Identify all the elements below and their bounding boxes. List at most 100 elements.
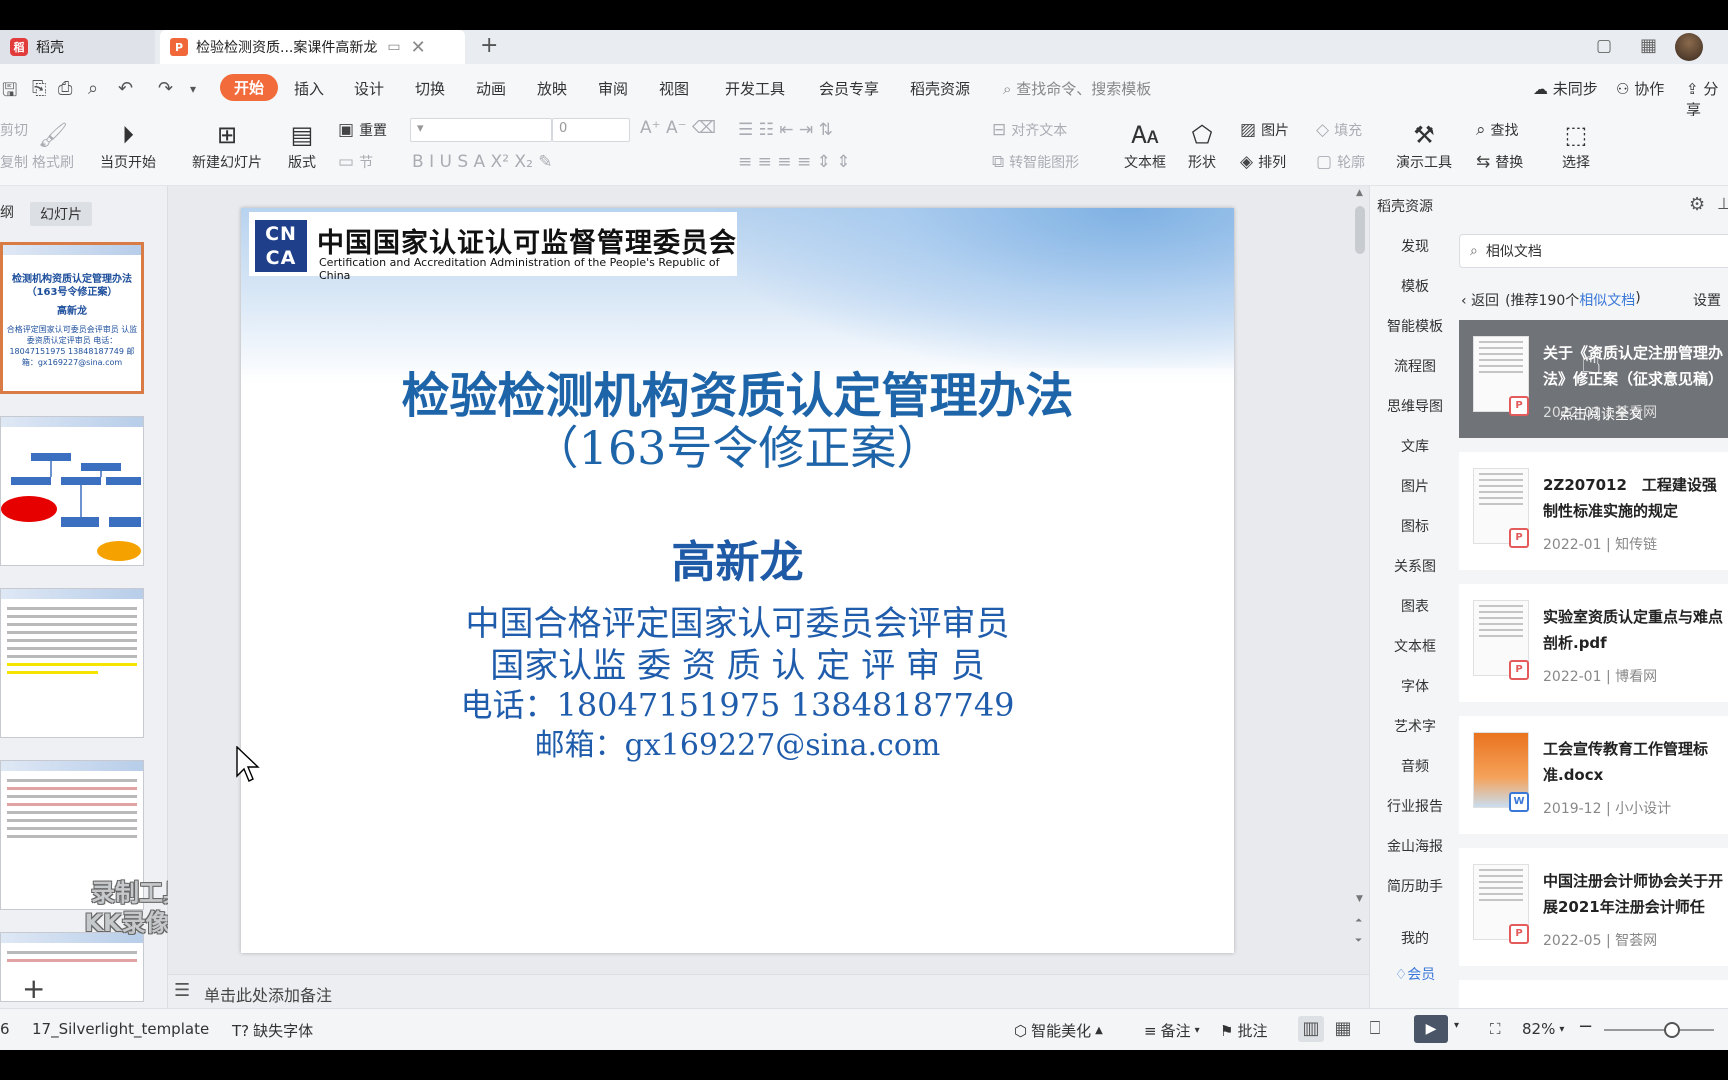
reset-button[interactable]: ▣ 重置 bbox=[338, 120, 387, 140]
nav-mindmap[interactable]: 思维导图 bbox=[1370, 396, 1460, 416]
cut-button[interactable]: 剪切 bbox=[0, 120, 28, 140]
play-options-dropdown-icon[interactable]: ▾ bbox=[1454, 1020, 1459, 1031]
paragraph-align-tools[interactable]: ≡ ≡ ≡ ≡ ⇕ ⇕ bbox=[738, 152, 850, 172]
slide-author[interactable]: 高新龙 bbox=[241, 526, 1234, 590]
reading-view-icon[interactable]: ⎕ bbox=[1362, 1016, 1388, 1042]
more-dropdown-icon[interactable]: ▾ bbox=[190, 82, 196, 96]
nav-poster[interactable]: 金山海报 bbox=[1370, 836, 1460, 856]
apps-grid-icon[interactable]: ▦ bbox=[1640, 35, 1657, 56]
undo-icon[interactable]: ↶ bbox=[118, 78, 133, 99]
settings-link[interactable]: 设置 bbox=[1693, 290, 1721, 310]
redo-icon[interactable]: ↷ bbox=[158, 78, 173, 99]
font-size-tools[interactable]: A⁺ A⁻ ⌫ bbox=[640, 118, 716, 138]
menu-slideshow[interactable]: 放映 bbox=[537, 78, 567, 99]
picture-button[interactable]: ▨ 图片 bbox=[1240, 120, 1289, 140]
avatar[interactable] bbox=[1675, 33, 1703, 61]
align-text-button[interactable]: ⊟ 对齐文本 bbox=[992, 120, 1067, 140]
zoom-level[interactable]: 82% ▾ bbox=[1522, 1020, 1564, 1038]
notes-placeholder[interactable]: 单击此处添加备注 bbox=[204, 982, 332, 1006]
play-slideshow-button[interactable]: ▶ bbox=[1414, 1015, 1448, 1043]
zoom-out-icon[interactable]: − bbox=[1578, 1016, 1593, 1037]
nav-pictures[interactable]: 图片 bbox=[1370, 476, 1460, 496]
format-painter-button[interactable]: 🖌 格式刷 bbox=[32, 118, 74, 172]
menu-insert[interactable]: 插入 bbox=[294, 78, 324, 99]
tab-slides[interactable]: 幻灯片 bbox=[30, 202, 92, 226]
play-from-current-button[interactable]: ⏵ 当页开始 bbox=[100, 118, 156, 172]
nav-charts[interactable]: 图表 bbox=[1370, 596, 1460, 616]
menu-start[interactable]: 开始 bbox=[220, 74, 279, 101]
slide-sorter-icon[interactable]: ▦ bbox=[1330, 1016, 1356, 1042]
tab-home[interactable]: 稻 稻壳 bbox=[0, 30, 155, 64]
notes-toggle-button[interactable]: ≡ 备注 ▾ bbox=[1144, 1020, 1200, 1041]
doc-card-5[interactable]: P 中国注册会计师协会关于开展2021年注册会计师任职... 2022-05 |… bbox=[1459, 848, 1728, 966]
nav-fonts[interactable]: 字体 bbox=[1370, 676, 1460, 696]
normal-view-icon[interactable]: ▥ bbox=[1298, 1016, 1324, 1042]
sync-status[interactable]: ☁ 未同步 bbox=[1533, 78, 1598, 99]
nav-industry-report[interactable]: 行业报告 bbox=[1370, 796, 1460, 816]
nav-relation-chart[interactable]: 关系图 bbox=[1370, 556, 1460, 576]
doc-card-4[interactable]: W 工会宣传教育工作管理标准.docx 2019-12 | 小小设计 bbox=[1459, 716, 1728, 834]
fill-button[interactable]: ◇ 填充 bbox=[1316, 120, 1362, 140]
tab-document[interactable]: P 检验检测资质...案课件高新龙 ▭ ✕ bbox=[160, 30, 465, 64]
font-style-tools[interactable]: B I U S A X² X₂ ✎ bbox=[412, 152, 553, 172]
select-button[interactable]: ⬚ 选择 bbox=[1562, 118, 1590, 172]
doc-card-1[interactable]: P 关于《资质认定注册管理办法》修正案（征求意见稿）修... 2022-01 |… bbox=[1459, 320, 1728, 438]
layout-button[interactable]: ▤ 版式 bbox=[288, 118, 316, 172]
nav-flowchart[interactable]: 流程图 bbox=[1370, 356, 1460, 376]
monitor-icon[interactable]: ▭ bbox=[387, 39, 400, 55]
replace-button[interactable]: ⇆ 替换 bbox=[1476, 152, 1523, 172]
zoom-slider-track[interactable] bbox=[1604, 1029, 1714, 1031]
similar-doc-search[interactable]: ⌕ 相似文档 bbox=[1459, 234, 1728, 268]
menu-member[interactable]: 会员专享 bbox=[819, 78, 879, 99]
slide-thumbnail-3[interactable] bbox=[0, 588, 144, 738]
collab-button[interactable]: ⚇ 协作 bbox=[1616, 78, 1664, 99]
read-full-overlay[interactable]: 点击阅读全文 bbox=[1559, 404, 1643, 424]
nav-templates[interactable]: 模板 bbox=[1370, 276, 1460, 296]
save-icon[interactable]: 🖫 bbox=[2, 78, 17, 108]
present-tools-button[interactable]: ⚒ 演示工具 bbox=[1396, 118, 1452, 172]
doc-card-6[interactable] bbox=[1459, 980, 1728, 1008]
menu-animation[interactable]: 动画 bbox=[476, 78, 506, 99]
canvas-scrollbar[interactable]: ▲ ▼ ⏶ ⏷ bbox=[1351, 186, 1369, 974]
print-icon[interactable]: ⎙ bbox=[58, 78, 72, 99]
menu-review[interactable]: 审阅 bbox=[598, 78, 628, 99]
font-family-select[interactable]: ▾ bbox=[410, 118, 552, 142]
nav-icons[interactable]: 图标 bbox=[1370, 516, 1460, 536]
back-button[interactable]: ‹ 返回 bbox=[1461, 290, 1499, 310]
menu-developer[interactable]: 开发工具 bbox=[725, 78, 785, 99]
nav-discover[interactable]: 发现 bbox=[1370, 236, 1460, 256]
nav-mine[interactable]: 我的 bbox=[1370, 928, 1460, 948]
textbox-button[interactable]: 🗛 文本框 bbox=[1124, 118, 1166, 172]
preview-icon[interactable]: ⌕ bbox=[88, 78, 98, 99]
arrange-button[interactable]: ◈ 排列 bbox=[1240, 152, 1286, 172]
slide-title-line-2[interactable]: （163号令修正案） bbox=[241, 412, 1234, 478]
new-tab-icon[interactable]: + bbox=[480, 33, 498, 58]
nav-textbox[interactable]: 文本框 bbox=[1370, 636, 1460, 656]
missing-font-button[interactable]: T? 缺失字体 bbox=[232, 1020, 313, 1041]
close-tab-icon[interactable]: ✕ bbox=[411, 37, 426, 58]
settings-gear-icon[interactable]: ⚙ bbox=[1689, 194, 1705, 215]
slide-thumbnail-2[interactable] bbox=[0, 416, 144, 566]
font-size-select[interactable]: 0 bbox=[552, 118, 630, 142]
doc-card-2[interactable]: P 2Z207012 工程建设强制性标准实施的规定（***）... 2022-0… bbox=[1459, 452, 1728, 570]
new-slide-button[interactable]: ⊞ 新建幻灯片 bbox=[192, 118, 262, 172]
pin-icon[interactable]: ⊥ bbox=[1717, 194, 1728, 213]
find-button[interactable]: ⌕ 查找 bbox=[1476, 120, 1519, 140]
resource-nav-header[interactable]: 稻壳资源 bbox=[1377, 196, 1433, 216]
copy-button[interactable]: 复制 bbox=[0, 152, 28, 172]
export-icon[interactable]: ⎘ bbox=[32, 78, 46, 99]
similar-docs-link[interactable]: 相似文档 bbox=[1579, 290, 1635, 310]
scroll-thumb[interactable] bbox=[1355, 206, 1365, 254]
nav-audio[interactable]: 音频 bbox=[1370, 756, 1460, 776]
share-button[interactable]: ⇪ 分享 bbox=[1686, 78, 1728, 120]
doc-card-3[interactable]: P 实验室资质认定重点与难点剖析.pdf 2022-01 | 博看网 bbox=[1459, 584, 1728, 702]
slide-email[interactable]: 邮箱：gx169227@sina.com bbox=[241, 720, 1234, 764]
slide[interactable]: CN CA 中国国家认证认可监督管理委员会 Certification and A… bbox=[241, 208, 1234, 953]
layout-icon[interactable]: ▢ bbox=[1596, 36, 1612, 56]
comment-button[interactable]: ⚑ 批注 bbox=[1220, 1020, 1267, 1041]
add-slide-icon[interactable]: + bbox=[22, 972, 45, 1005]
nav-wordart[interactable]: 艺术字 bbox=[1370, 716, 1460, 736]
smartart-button[interactable]: ⧉ 转智能图形 bbox=[992, 152, 1079, 172]
nav-resume[interactable]: 简历助手 bbox=[1370, 876, 1460, 896]
nav-smart-templates[interactable]: 智能模板 bbox=[1370, 316, 1460, 336]
